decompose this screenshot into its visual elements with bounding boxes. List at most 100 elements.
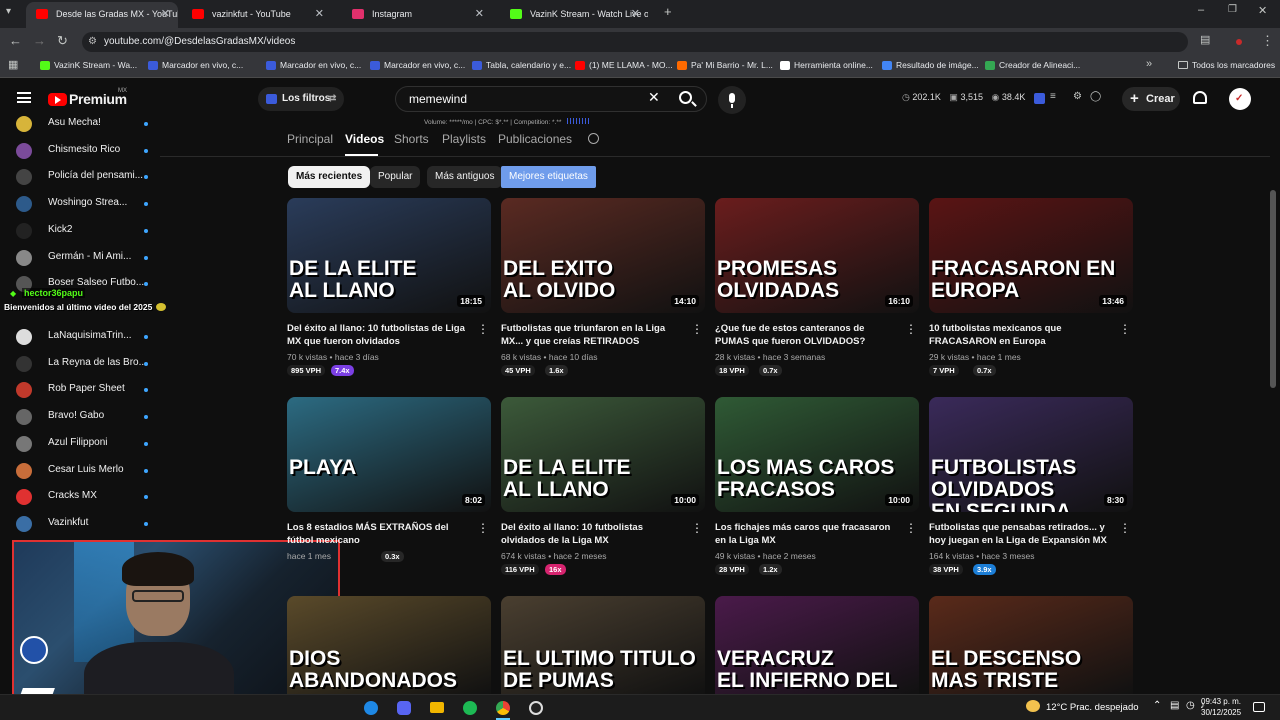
bookmark-item[interactable]: Resultado de imáge... — [882, 60, 979, 70]
clear-search-icon[interactable]: ✕ — [648, 89, 660, 106]
page-scrollbar[interactable] — [1270, 190, 1276, 388]
tab-videos[interactable]: Videos — [345, 132, 384, 146]
video-card[interactable]: EL ULTIMO TITULO DE PUMAS — [501, 596, 705, 694]
video-title[interactable]: Los 8 estadios MÁS EXTRAÑOS del fútbol m… — [287, 521, 473, 547]
file-explorer-icon[interactable] — [430, 702, 444, 713]
address-bar[interactable]: ⚙ youtube.com/@DesdelasGradasMX/videos — [82, 32, 1188, 52]
bookmark-item[interactable]: Marcador en vivo, c... — [370, 60, 465, 70]
bookmark-item[interactable]: Pa' Mi Barrio - Mr. L... — [677, 60, 773, 70]
video-card[interactable]: DE LA ELITE AL LLANO 18:15 Del éxito al ll… — [287, 198, 491, 388]
notification-center-icon[interactable] — [1253, 702, 1265, 712]
tray-wifi-icon[interactable]: ◷ — [1186, 700, 1195, 711]
extension-icon-1[interactable] — [1034, 93, 1045, 104]
video-thumbnail[interactable]: EL ULTIMO TITULO DE PUMAS — [501, 596, 705, 694]
sidebar-item-subscription[interactable]: Cesar Luis Merlo — [16, 461, 148, 481]
tab-playlists[interactable]: Playlists — [442, 132, 486, 146]
video-title[interactable]: Futbolistas que pensabas retirados... y … — [929, 521, 1115, 547]
notifications-bell-icon[interactable] — [1193, 91, 1207, 104]
sort-lines-icon[interactable]: ≡ — [1050, 91, 1056, 102]
video-title[interactable]: Del éxito al llano: 10 futbolistas de Li… — [287, 322, 473, 348]
more-actions-icon[interactable]: ⋮ — [1119, 322, 1131, 336]
video-thumbnail[interactable]: FUTBOLISTAS OLVIDADOS EN SEGUNDA DIVISIO… — [929, 397, 1133, 512]
sort-chip[interactable]: Más recientes — [288, 166, 371, 188]
sidebar-item-subscription[interactable]: Chismesito Rico — [16, 141, 148, 161]
weather-text[interactable]: 12°C Prac. despejado — [1046, 702, 1139, 713]
channel-search-icon[interactable] — [588, 133, 599, 144]
tray-network-icon[interactable]: ▤ — [1170, 700, 1179, 711]
create-button[interactable]: + Crear — [1122, 87, 1180, 111]
video-thumbnail[interactable]: PLAYA 8:02 — [287, 397, 491, 512]
bookmark-item[interactable]: VazinK Stream - Wa... — [40, 60, 137, 70]
apps-grid-icon[interactable]: ▦ — [8, 58, 18, 71]
extensions-icon[interactable]: ▤ — [1200, 33, 1210, 46]
tab-shorts[interactable]: Shorts — [394, 132, 429, 146]
tag-icon[interactable]: ◯ — [1090, 91, 1101, 102]
video-card[interactable]: EL DESCENSO MAS TRISTE — [929, 596, 1133, 694]
hamburger-menu-icon[interactable] — [17, 92, 31, 103]
tab-close-icon[interactable]: ✕ — [161, 2, 170, 26]
video-title[interactable]: Del éxito al llano: 10 futbolistas olvid… — [501, 521, 687, 547]
sidebar-item-subscription[interactable]: Asu Mecha! — [16, 114, 148, 134]
close-window-icon[interactable]: ✕ — [1258, 4, 1267, 17]
sidebar-item-subscription[interactable]: Germán - Mi Ami... — [16, 248, 148, 268]
video-thumbnail[interactable]: DIOS ABANDONADOS — [287, 596, 491, 694]
pin-icon[interactable]: ⚙ — [1073, 91, 1082, 102]
video-thumbnail[interactable]: PROMESAS OLVIDADAS 16:10 — [715, 198, 919, 313]
browser-tab[interactable]: Instagram ✕ — [342, 2, 492, 28]
sidebar-item-subscription[interactable]: Kick2 — [16, 221, 148, 241]
obs-icon[interactable] — [529, 701, 543, 715]
video-card[interactable]: FUTBOLISTAS OLVIDADOS EN SEGUNDA DIVISIO… — [929, 397, 1133, 587]
video-thumbnail[interactable]: DE LA ELITE AL LLANO 18:15 — [287, 198, 491, 313]
video-card[interactable]: LOS MAS CAROS FRACASOS 10:00 Los fichajes … — [715, 397, 919, 587]
site-info-icon[interactable]: ⚙ — [88, 32, 97, 52]
browser-menu-icon[interactable]: ⋮ — [1261, 33, 1274, 49]
tab-close-icon[interactable]: ✕ — [631, 2, 640, 26]
weather-icon[interactable] — [1026, 700, 1040, 712]
sidebar-item-subscription[interactable]: LaNaquisimaTrin... — [16, 327, 148, 347]
minimize-icon[interactable]: – — [1198, 4, 1204, 16]
more-actions-icon[interactable]: ⋮ — [477, 322, 489, 336]
sidebar-item-subscription[interactable]: Bravo! Gabo — [16, 407, 148, 427]
video-card[interactable]: PLAYA 8:02 Los 8 estadios MÁS EXTRAÑOS del… — [287, 397, 491, 587]
tab-publicaciones[interactable]: Publicaciones — [498, 132, 572, 146]
more-actions-icon[interactable]: ⋮ — [905, 322, 917, 336]
video-card[interactable]: PROMESAS OLVIDADAS 16:10 ¿Que fue de estos… — [715, 198, 919, 388]
extension-record-icon[interactable] — [1236, 39, 1242, 45]
video-thumbnail[interactable]: LOS MAS CAROS FRACASOS 10:00 — [715, 397, 919, 512]
new-tab-icon[interactable]: + — [664, 4, 672, 19]
video-thumbnail[interactable]: DE LA ELITE AL LLANO 10:00 — [501, 397, 705, 512]
more-actions-icon[interactable]: ⋮ — [691, 322, 703, 336]
forward-icon[interactable]: → — [33, 33, 46, 48]
sidebar-item-subscription[interactable]: Rob Paper Sheet — [16, 380, 148, 400]
all-bookmarks-folder[interactable]: Todos los marcadores — [1178, 60, 1275, 70]
video-thumbnail[interactable]: FRACASARON EN EUROPA 13:46 — [929, 198, 1133, 313]
sidebar-item-subscription[interactable]: Cracks MX — [16, 487, 148, 507]
bookmark-item[interactable]: Marcador en vivo, c... — [148, 60, 243, 70]
chrome-icon[interactable] — [496, 701, 510, 715]
sidebar-item-subscription[interactable]: Woshingo Strea... — [16, 194, 148, 214]
edge-icon[interactable] — [364, 701, 378, 715]
filters-button[interactable]: Los filtros ⇄ — [258, 87, 344, 111]
browser-tab[interactable]: Desde las Gradas MX - YouTube ✕ — [26, 2, 178, 28]
clock-date[interactable]: 30/12/2025 — [1201, 708, 1241, 717]
more-actions-icon[interactable]: ⋮ — [905, 521, 917, 535]
video-card[interactable]: DEL EXITO AL OLVIDO 14:10 Futbolistas que … — [501, 198, 705, 388]
restore-icon[interactable]: ❐ — [1228, 4, 1237, 15]
reload-icon[interactable]: ↻ — [57, 33, 68, 49]
sidebar-item-subscription[interactable]: La Reyna de las Bro... — [16, 354, 148, 374]
more-bookmarks-icon[interactable]: » — [1146, 58, 1152, 70]
video-thumbnail[interactable]: DEL EXITO AL OLVIDO 14:10 — [501, 198, 705, 313]
discord-icon[interactable] — [397, 701, 411, 715]
video-title[interactable]: Los fichajes más caros que fracasaron en… — [715, 521, 901, 547]
video-title[interactable]: ¿Que fue de estos canteranos de PUMAS qu… — [715, 322, 901, 348]
more-actions-icon[interactable]: ⋮ — [477, 521, 489, 535]
browser-tab[interactable]: vazinkfut - YouTube ✕ — [182, 2, 332, 28]
video-thumbnail[interactable]: VERACRUZ EL INFIERNO DEL DESCENSO — [715, 596, 919, 694]
bookmark-item[interactable]: Marcador en vivo, c... — [266, 60, 361, 70]
voice-search-button[interactable] — [718, 86, 746, 114]
sidebar-item-subscription[interactable]: Policía del pensami... — [16, 167, 148, 187]
sort-chip[interactable]: Popular — [370, 166, 421, 188]
back-icon[interactable]: ← — [9, 33, 22, 48]
tab-list-icon[interactable]: ▾ — [6, 6, 11, 17]
tab-close-icon[interactable]: ✕ — [475, 2, 484, 26]
